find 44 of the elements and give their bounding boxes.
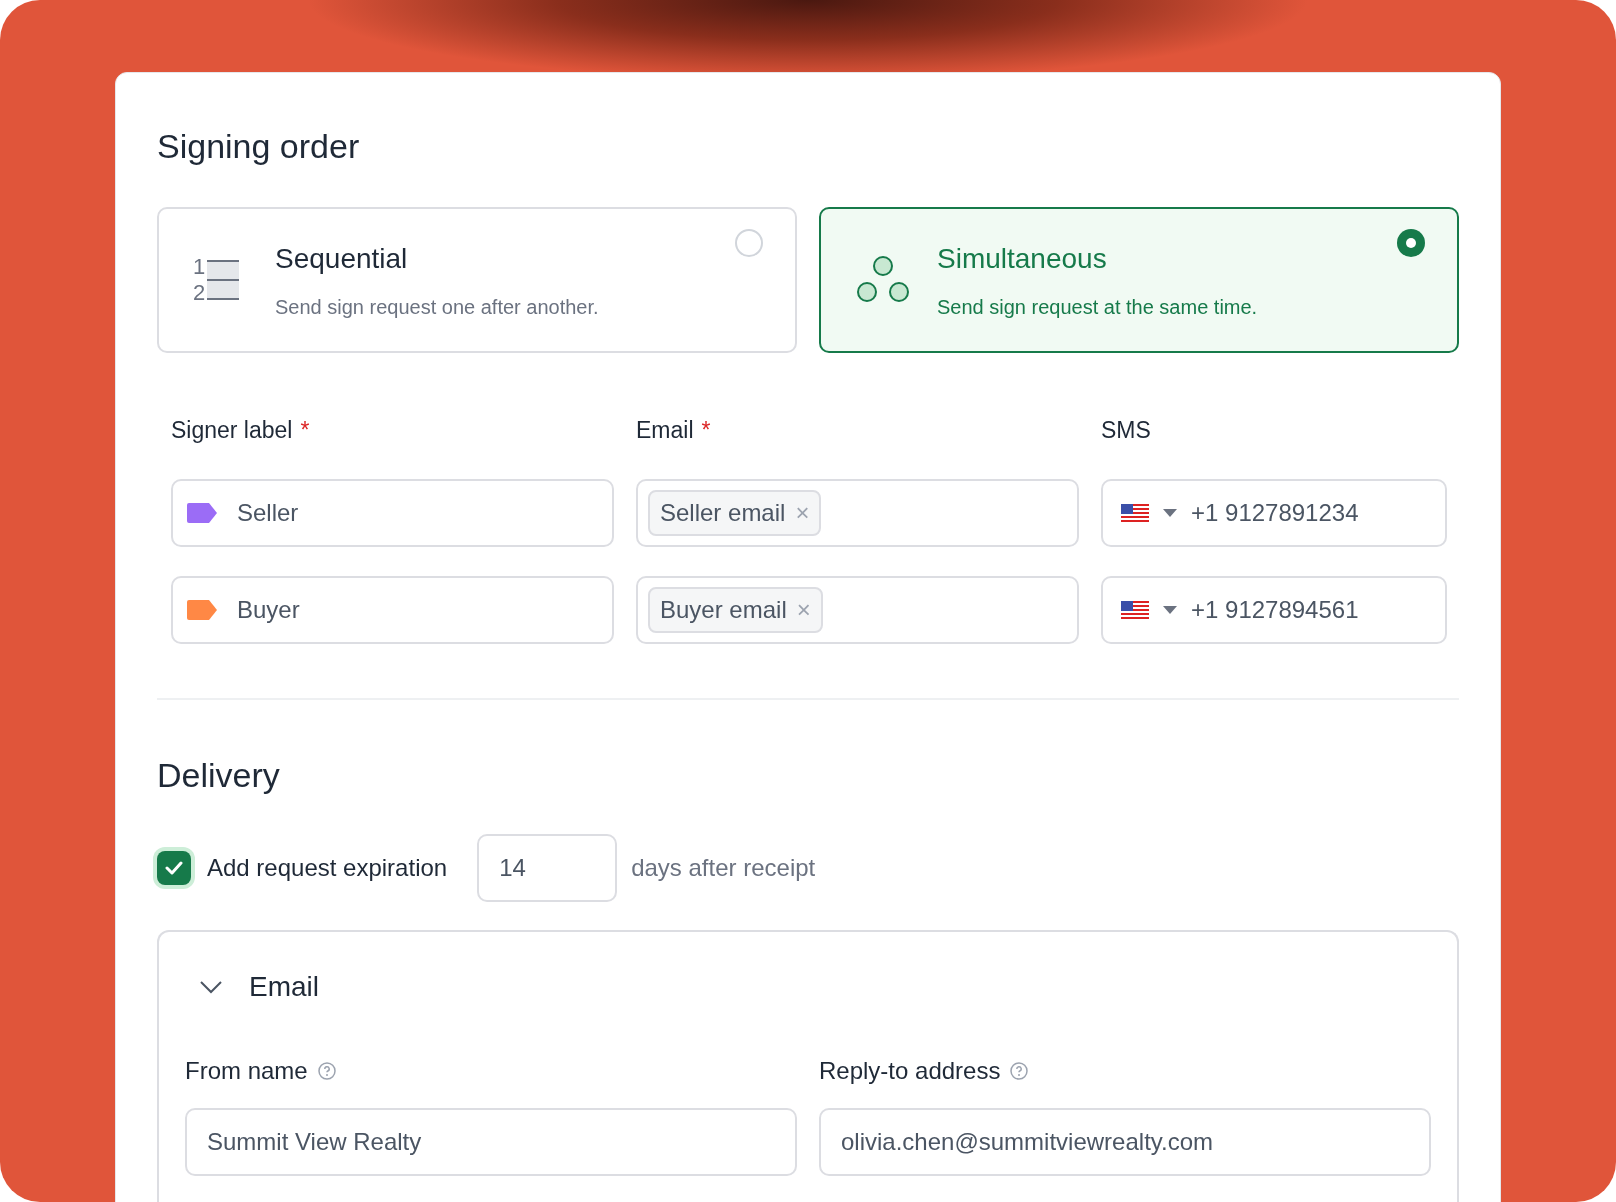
checkbox-label: Add request expiration [207,853,448,883]
email-field[interactable]: Buyer email × [636,576,1079,644]
option-title: Sequential [275,242,409,276]
chip-label: Seller email [660,498,786,528]
signer-label-field[interactable]: Seller [171,479,614,547]
phone-field[interactable]: +1 9127894561 [1101,576,1447,644]
option-title: Simultaneous [937,242,1108,276]
email-section-toggle[interactable]: Email [199,966,1431,1008]
column-label: SMS [1101,415,1151,445]
signer-label-text: Seller [237,498,299,528]
help-icon[interactable] [1010,1062,1029,1080]
text-input[interactable]: olivia.chen@summitviewrealty.com [819,1108,1431,1176]
flag-icon [1121,601,1149,619]
chip-label: Buyer email [660,595,787,625]
required-asterisk: * [701,415,711,445]
days-input[interactable]: 14 [477,834,618,902]
column-label: Email [636,415,694,445]
option-description: Send sign request at the same time. [937,295,1258,320]
signer-label-text: Buyer [237,595,300,625]
email-chip[interactable]: Seller email × [648,490,822,536]
option-description: Send sign request one after another. [275,295,599,320]
help-icon[interactable] [317,1062,336,1080]
section-title: Delivery [157,758,281,792]
email-chip[interactable]: Buyer email × [648,587,823,633]
section-title: Signing order [157,129,361,163]
text-input[interactable]: Summit View Realty [185,1108,797,1176]
checkmark-icon [165,861,183,875]
signing-option-card[interactable]: Simultaneous Send sign request at the same time. [819,207,1459,353]
radio-button[interactable] [1397,229,1425,257]
dropdown-caret-icon[interactable] [1163,509,1177,517]
email-field[interactable]: Seller email × [636,479,1079,547]
signing-option-card[interactable]: 1 2 Sequential Send sign request one after another. [157,207,797,353]
days-suffix: days after receipt [631,853,816,883]
required-asterisk: * [300,415,310,445]
radio-button[interactable] [735,229,763,257]
field-label: Reply-to address [819,1056,1001,1086]
phone-field[interactable]: +1 9127891234 [1101,479,1447,547]
phone-number: +1 9127894561 [1191,595,1359,625]
phone-number: +1 9127891234 [1191,498,1359,528]
flag-icon [1121,504,1149,522]
signer-label-field[interactable]: Buyer [171,576,614,644]
column-label: Signer label [171,415,293,445]
dropdown-caret-icon[interactable] [1163,606,1177,614]
field-label: From name [185,1056,308,1086]
